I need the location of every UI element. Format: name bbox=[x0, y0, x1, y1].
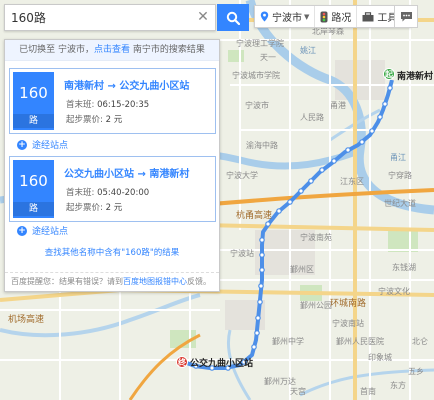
map-label: 宁波站 bbox=[230, 249, 254, 258]
route-unit: 路 bbox=[13, 202, 54, 216]
notice-suffix: 南宁市的搜索结果 bbox=[130, 45, 205, 55]
map-label: 鄞州区 bbox=[290, 265, 314, 274]
map-label: 杭甬高速 bbox=[236, 211, 273, 221]
city-selector[interactable]: 宁波市 ▼ bbox=[255, 6, 316, 27]
end-marker-icon[interactable]: 终 bbox=[176, 356, 188, 368]
traffic-icon bbox=[320, 11, 328, 22]
route-to: 南港新村 bbox=[149, 169, 190, 180]
route-number-badge: 160 路 bbox=[13, 72, 54, 130]
arrow-right-icon: → bbox=[107, 81, 116, 92]
map-label: 印象城 bbox=[368, 353, 392, 362]
search-icon bbox=[226, 11, 240, 25]
search-button[interactable] bbox=[217, 4, 249, 31]
traffic-label: 路况 bbox=[331, 13, 352, 24]
map-label: 首南 bbox=[360, 387, 376, 396]
via-stops-toggle[interactable]: + 途经站点 bbox=[17, 224, 68, 237]
via-stops-label: 途经站点 bbox=[32, 141, 69, 151]
map-label: 渝海中路 bbox=[246, 141, 278, 150]
location-icon bbox=[260, 11, 269, 22]
route-number: 160 bbox=[19, 172, 48, 190]
map-label: 宁波大学 bbox=[226, 171, 258, 180]
map-label: 姚江 bbox=[300, 46, 316, 55]
route-direction[interactable]: 南港新村 → 公交九曲小区站 bbox=[64, 77, 189, 92]
map-label: 宁波南站 bbox=[332, 319, 364, 328]
map-label: 五乡 bbox=[408, 367, 424, 376]
map-label: 宁波理工学院 bbox=[236, 39, 284, 48]
map-label: 鄞州公园 bbox=[300, 301, 332, 310]
map-label: 环城南路 bbox=[330, 299, 367, 309]
schedule-value: 06:15-20:35 bbox=[97, 100, 150, 110]
plus-icon: + bbox=[17, 225, 27, 236]
fare-value: 2 元 bbox=[105, 203, 123, 213]
map-label: 东钱湖 bbox=[392, 263, 416, 272]
feedback-text: 百度提醒您：结果有错误？请到 bbox=[11, 277, 123, 286]
chevron-down-icon: ▼ bbox=[304, 12, 310, 21]
map-label: 宁穿路 bbox=[388, 171, 412, 180]
route-fare: 起步票价: 2 元 bbox=[66, 113, 122, 125]
schedule-value: 05:40-20:00 bbox=[97, 188, 150, 198]
notice-link[interactable]: 点击查看 bbox=[94, 45, 130, 55]
route-number: 160 bbox=[19, 84, 48, 102]
map-label: 东方 bbox=[390, 381, 406, 390]
map-label: 世纪大道 bbox=[384, 199, 416, 208]
start-stop-label: 南港新村 bbox=[397, 72, 434, 82]
route-fare: 起步票价: 2 元 bbox=[66, 201, 122, 213]
map-label: 宁波城市学院 bbox=[232, 71, 280, 80]
feedback-suffix: 反馈。 bbox=[187, 277, 211, 286]
map-label: 甬港 bbox=[330, 101, 346, 110]
feedback-notice: 百度提醒您：结果有错误？请到百度地图报错中心反馈。 bbox=[5, 272, 219, 287]
map-label: 人民路 bbox=[300, 113, 324, 122]
feedback-link[interactable]: 百度地图报错中心 bbox=[123, 277, 187, 286]
other-routes-link[interactable]: 查找其他名称中含有"160路"的结果 bbox=[5, 246, 219, 258]
map-label: 甬江 bbox=[390, 153, 406, 162]
end-stop-label: 公交九曲小区站 bbox=[190, 359, 254, 369]
via-stops-label: 途经站点 bbox=[32, 227, 69, 237]
fare-label: 起步票价: bbox=[66, 203, 103, 213]
map-label: 天宫 bbox=[290, 387, 306, 396]
map-label: 鄞州中学 bbox=[272, 337, 304, 346]
arrow-right-icon: → bbox=[137, 169, 146, 180]
results-panel: 已切换至 宁波市，点击查看 南宁市的搜索结果 160 路 南港新村 → 公交九曲… bbox=[4, 39, 220, 292]
start-marker-icon[interactable]: 起 bbox=[383, 68, 395, 80]
route-schedule: 首末班: 05:40-20:00 bbox=[66, 186, 149, 198]
search-input[interactable] bbox=[5, 5, 195, 30]
city-name: 宁波市 bbox=[272, 13, 302, 24]
map-label: 天一 bbox=[260, 53, 276, 62]
map-toolbar: 宁波市 ▼ 路况 工具 ▼ bbox=[254, 5, 411, 28]
map-label: 机场高速 bbox=[8, 315, 45, 325]
notice-text: 已切换至 宁波市， bbox=[19, 45, 94, 55]
schedule-label: 首末班: bbox=[66, 188, 95, 198]
toolbox-icon bbox=[362, 11, 374, 21]
route-card[interactable]: 160 路 南港新村 → 公交九曲小区站 首末班: 06:15-20:35 起步… bbox=[9, 68, 216, 134]
message-button[interactable] bbox=[394, 5, 418, 28]
route-to: 公交九曲小区站 bbox=[119, 81, 190, 92]
route-direction[interactable]: 公交九曲小区站 → 南港新村 bbox=[64, 165, 189, 180]
route-number-badge: 160 路 bbox=[13, 160, 54, 218]
map-label: 鄞州人民医院 bbox=[336, 337, 384, 346]
close-icon[interactable]: ✕ bbox=[195, 9, 211, 25]
route-from: 公交九曲小区站 bbox=[64, 169, 134, 180]
city-switch-notice: 已切换至 宁波市，点击查看 南宁市的搜索结果 bbox=[5, 40, 219, 61]
map-label: 北仑 bbox=[412, 337, 428, 346]
map-label: 宁波南苑 bbox=[300, 233, 332, 242]
traffic-button[interactable]: 路况 bbox=[315, 6, 358, 27]
route-schedule: 首末班: 06:15-20:35 bbox=[66, 98, 149, 110]
map-label: 鄞州万达 bbox=[264, 377, 296, 386]
route-from: 南港新村 bbox=[64, 81, 104, 92]
map-label: 江东区 bbox=[340, 177, 364, 186]
schedule-label: 首末班: bbox=[66, 100, 95, 110]
map-label: 宁波文化 bbox=[378, 287, 410, 296]
route-unit: 路 bbox=[13, 114, 54, 128]
fare-value: 2 元 bbox=[105, 115, 123, 125]
message-icon bbox=[400, 11, 412, 21]
via-stops-toggle[interactable]: + 途经站点 bbox=[17, 138, 68, 151]
fare-label: 起步票价: bbox=[66, 115, 103, 125]
map-label: 宁波市 bbox=[245, 101, 269, 110]
route-card[interactable]: 160 路 公交九曲小区站 → 南港新村 首末班: 05:40-20:00 起步… bbox=[9, 156, 216, 222]
search-box: ✕ bbox=[4, 4, 216, 31]
plus-icon: + bbox=[17, 139, 27, 150]
